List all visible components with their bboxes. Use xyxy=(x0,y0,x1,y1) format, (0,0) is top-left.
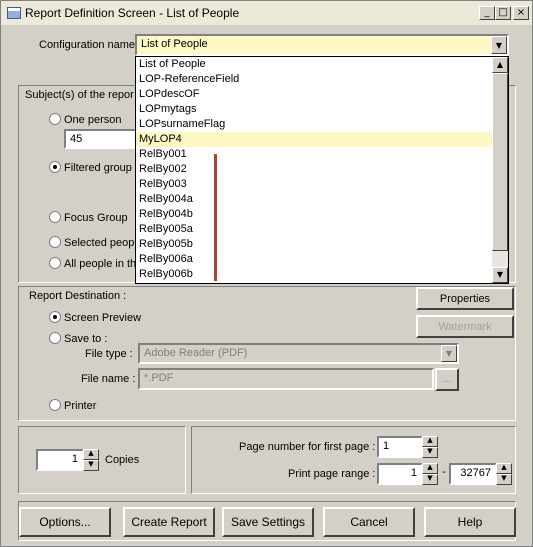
dropdown-item[interactable]: List of People xyxy=(136,57,508,72)
create-report-button[interactable]: Create Report xyxy=(123,507,215,537)
dropdown-item[interactable]: RelBy002 xyxy=(136,162,508,177)
save-to-radio[interactable] xyxy=(49,332,61,344)
dropdown-item[interactable]: LOPdescOF xyxy=(136,87,508,102)
dropdown-item[interactable]: LOPmytags xyxy=(136,102,508,117)
dropdown-item[interactable]: RelBy005a xyxy=(136,222,508,237)
dropdown-item[interactable]: LOP-ReferenceField xyxy=(136,72,508,87)
dropdown-scrollbar[interactable]: ▲ ▼ xyxy=(492,57,508,283)
configuration-name-select[interactable]: List of People xyxy=(135,34,509,56)
filtered-group-radio[interactable] xyxy=(49,161,61,173)
first-page-input[interactable]: 1 xyxy=(377,436,423,458)
scroll-thumb[interactable] xyxy=(492,73,508,251)
page-range-label: Print page range : xyxy=(288,468,376,480)
browse-button[interactable]: ... xyxy=(435,368,459,391)
dropdown-item[interactable]: RelBy004a xyxy=(136,192,508,207)
report-definition-window: Report Definition Screen - List of Peopl… xyxy=(0,0,533,547)
focus-group-label: Focus Group xyxy=(64,212,128,224)
focus-group-radio[interactable] xyxy=(49,211,61,223)
all-people-label: All people in the xyxy=(64,258,143,270)
window-icon xyxy=(7,7,21,19)
screen-preview-radio[interactable] xyxy=(49,311,61,323)
annotation-line xyxy=(214,154,217,281)
file-type-label: File type : xyxy=(85,348,133,360)
copies-spinner[interactable]: ▲ ▼ xyxy=(83,449,99,471)
selected-people-label: Selected people xyxy=(64,237,143,249)
options-button[interactable]: Options... xyxy=(19,507,111,537)
watermark-button[interactable]: Watermark xyxy=(416,315,514,338)
spin-up-icon[interactable]: ▲ xyxy=(422,463,438,474)
one-person-label: One person xyxy=(64,114,122,126)
file-type-dropdown-arrow-icon[interactable]: ▼ xyxy=(441,345,457,362)
copies-input[interactable]: 1 xyxy=(36,449,84,471)
window-title: Report Definition Screen - List of Peopl… xyxy=(25,6,240,20)
spin-down-icon[interactable]: ▼ xyxy=(422,447,438,458)
save-to-label: Save to : xyxy=(64,333,108,345)
subjects-group-title: Subject(s) of the repor xyxy=(25,89,134,101)
configuration-dropdown-arrow-icon[interactable]: ▼ xyxy=(491,36,507,54)
spin-down-icon[interactable]: ▼ xyxy=(422,474,438,485)
first-page-spinner[interactable]: ▲ ▼ xyxy=(422,436,438,458)
configuration-dropdown-list[interactable]: List of People LOP-ReferenceField LOPdes… xyxy=(135,56,509,284)
selected-people-radio[interactable] xyxy=(49,236,61,248)
page-range-to-input[interactable]: 32767 xyxy=(449,463,497,485)
copies-label: Copies xyxy=(105,454,140,466)
printer-label: Printer xyxy=(64,400,97,412)
dropdown-item-highlighted[interactable]: MyLOP4 xyxy=(136,132,508,147)
cancel-button[interactable]: Cancel xyxy=(323,507,415,537)
dropdown-item[interactable]: RelBy003 xyxy=(136,177,508,192)
configuration-name-label: Configuration name xyxy=(39,39,136,51)
dropdown-item[interactable]: RelBy001 xyxy=(136,147,508,162)
help-button[interactable]: Help xyxy=(424,507,516,537)
dropdown-item[interactable]: RelBy004b xyxy=(136,207,508,222)
maximize-button[interactable]: □ xyxy=(495,6,511,20)
report-destination-title: Report Destination : xyxy=(29,290,127,302)
dropdown-item[interactable]: RelBy006a xyxy=(136,252,508,267)
dropdown-item[interactable]: LOPsurnameFlag xyxy=(136,117,508,132)
page-range-from-input[interactable]: 1 xyxy=(377,463,423,485)
page-range-to-spinner[interactable]: ▲ ▼ xyxy=(496,463,512,485)
dropdown-item[interactable]: RelBy005b xyxy=(136,237,508,252)
spin-down-icon[interactable]: ▼ xyxy=(496,474,512,485)
close-button[interactable]: × xyxy=(513,6,529,20)
first-page-label: Page number for first page : xyxy=(239,441,376,453)
page-range-separator: - xyxy=(442,466,446,478)
spin-up-icon[interactable]: ▲ xyxy=(422,436,438,447)
all-people-radio[interactable] xyxy=(49,257,61,269)
page-range-from-spinner[interactable]: ▲ ▼ xyxy=(422,463,438,485)
file-type-select[interactable]: Adobe Reader (PDF) xyxy=(138,343,459,364)
scroll-down-arrow-icon[interactable]: ▼ xyxy=(492,267,508,283)
one-person-radio[interactable] xyxy=(49,113,61,125)
screen-preview-label: Screen Preview xyxy=(64,312,142,324)
one-person-input[interactable]: 45 xyxy=(64,129,144,149)
file-name-label: File name : xyxy=(81,373,136,385)
properties-button[interactable]: Properties xyxy=(416,287,514,310)
scroll-up-arrow-icon[interactable]: ▲ xyxy=(492,57,508,73)
spin-up-icon[interactable]: ▲ xyxy=(83,449,99,460)
dropdown-item[interactable]: RelBy006b xyxy=(136,267,508,282)
printer-radio[interactable] xyxy=(49,399,61,411)
save-settings-button[interactable]: Save Settings xyxy=(222,507,314,537)
spin-down-icon[interactable]: ▼ xyxy=(83,460,99,471)
spin-up-icon[interactable]: ▲ xyxy=(496,463,512,474)
minimize-button[interactable]: _ xyxy=(479,6,495,20)
file-name-input[interactable]: *.PDF xyxy=(138,368,434,390)
filtered-group-label: Filtered group xyxy=(64,162,132,174)
title-bar: Report Definition Screen - List of Peopl… xyxy=(1,1,532,25)
